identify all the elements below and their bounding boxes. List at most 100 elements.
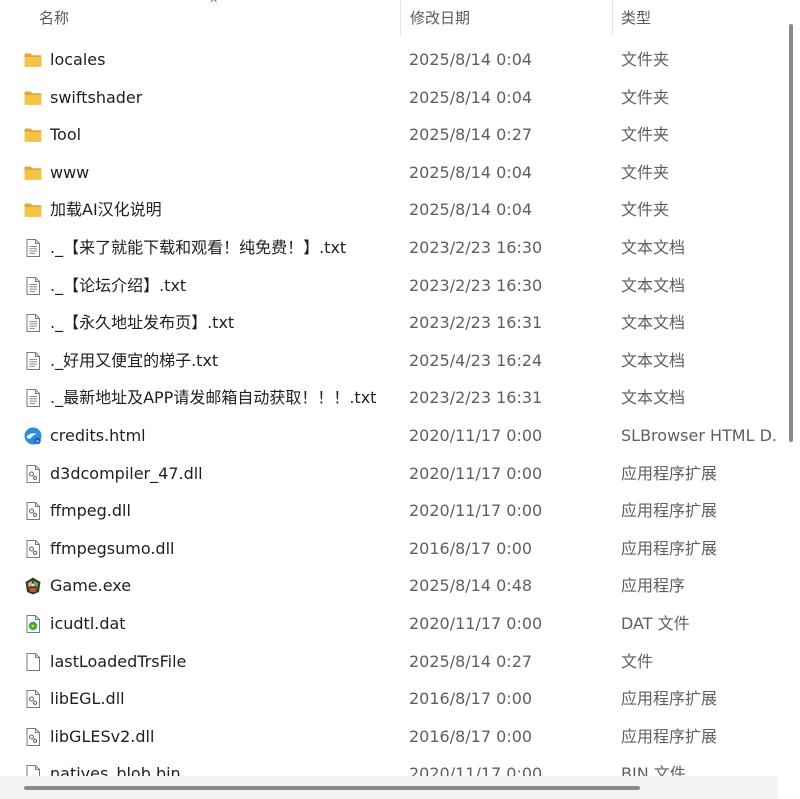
- folder-icon: [23, 200, 43, 220]
- file-name: lastLoadedTrsFile: [50, 651, 187, 671]
- column-header-name[interactable]: 名称: [31, 0, 400, 36]
- file-type: 应用程序扩展: [621, 689, 718, 709]
- file-row[interactable]: lastLoadedTrsFile 2025/8/14 0:27 文件: [0, 643, 778, 681]
- file-modified-date: 2023/2/23 16:31: [409, 313, 543, 333]
- file-name: ._【来了就能下载和观看！纯免费！】.txt: [50, 237, 347, 257]
- file-type: 文本文档: [621, 388, 686, 408]
- blank-file-icon: [23, 652, 43, 672]
- file-name: ._好用又便宜的梯子.txt: [50, 350, 219, 370]
- file-row[interactable]: ._【论坛介绍】.txt 2023/2/23 16:30 文本文档: [0, 267, 778, 305]
- file-type: DAT 文件: [621, 613, 690, 633]
- file-row[interactable]: ._【永久地址发布页】.txt 2023/2/23 16:31 文本文档: [0, 304, 778, 342]
- file-type: 应用程序: [621, 576, 686, 596]
- dll-file-icon: [23, 689, 43, 709]
- file-row[interactable]: Game.exe 2025/8/14 0:48 应用程序: [0, 567, 778, 605]
- file-name: d3dcompiler_47.dll: [50, 463, 203, 483]
- file-name: ffmpeg.dll: [50, 501, 131, 521]
- file-name: locales: [50, 50, 106, 69]
- file-type: 文件夹: [621, 200, 670, 220]
- file-explorer: ^ 名称 修改日期 类型 locales 2025/8/14 0:04 文件夹 swi…: [0, 0, 800, 799]
- file-type: 文件夹: [621, 162, 670, 182]
- file-type: 应用程序扩展: [621, 538, 718, 558]
- file-modified-date: 2016/8/17 0:00: [409, 538, 533, 558]
- text-file-icon: [23, 351, 43, 371]
- file-list: locales 2025/8/14 0:04 文件夹 swiftshader 2025/…: [0, 41, 778, 793]
- file-modified-date: 2023/2/23 16:30: [409, 237, 543, 257]
- column-header-date[interactable]: 修改日期: [402, 0, 612, 36]
- file-name: icudtl.dat: [50, 613, 126, 633]
- text-file-icon: [23, 276, 43, 296]
- file-row[interactable]: icudtl.dat 2020/11/17 0:00 DAT 文件: [0, 605, 778, 643]
- dll-file-icon: [23, 464, 43, 484]
- text-file-icon: [23, 313, 43, 333]
- column-header: ^ 名称 修改日期 类型: [0, 0, 778, 36]
- folder-icon: [23, 125, 43, 145]
- file-modified-date: 2025/4/23 16:24: [409, 350, 543, 370]
- file-type: SLBrowser HTML D...: [621, 425, 777, 445]
- file-modified-date: 2016/8/17 0:00: [409, 689, 533, 709]
- file-type: 应用程序扩展: [621, 463, 718, 483]
- svg-text:AI: AI: [36, 439, 40, 443]
- file-modified-date: 2023/2/23 16:30: [409, 275, 543, 295]
- media-file-icon: [23, 614, 43, 634]
- file-type: 文件夹: [621, 125, 670, 145]
- file-name: ._【论坛介绍】.txt: [50, 275, 187, 295]
- file-modified-date: 2020/11/17 0:00: [409, 425, 543, 445]
- file-row[interactable]: Tool 2025/8/14 0:27 文件夹: [0, 116, 778, 154]
- file-row[interactable]: libEGL.dll 2016/8/17 0:00 应用程序扩展: [0, 680, 778, 718]
- column-divider[interactable]: [400, 0, 401, 36]
- file-row[interactable]: ._好用又便宜的梯子.txt 2025/4/23 16:24 文本文档: [0, 342, 778, 380]
- file-type: 文件夹: [621, 50, 670, 69]
- column-header-type[interactable]: 类型: [613, 0, 778, 36]
- file-row[interactable]: www 2025/8/14 0:04 文件夹: [0, 154, 778, 192]
- horizontal-scrollbar-thumb[interactable]: [24, 786, 640, 790]
- file-modified-date: 2025/8/14 0:04: [409, 200, 533, 220]
- file-name: Tool: [50, 125, 82, 145]
- file-type: 文本文档: [621, 237, 686, 257]
- file-row[interactable]: AI credits.html 2020/11/17 0:00 SLBrowser H…: [0, 417, 778, 455]
- file-row[interactable]: 加载AI汉化说明 2025/8/14 0:04 文件夹: [0, 191, 778, 229]
- file-name: Game.exe: [50, 576, 132, 596]
- file-type: 应用程序扩展: [621, 726, 718, 746]
- file-row[interactable]: d3dcompiler_47.dll 2020/11/17 0:00 应用程序扩展: [0, 455, 778, 493]
- file-name: ffmpegsumo.dll: [50, 538, 175, 558]
- file-type: 应用程序扩展: [621, 501, 718, 521]
- file-name: credits.html: [50, 425, 146, 445]
- file-modified-date: 2016/8/17 0:00: [409, 726, 533, 746]
- file-row[interactable]: swiftshader 2025/8/14 0:04 文件夹: [0, 79, 778, 117]
- file-type: 文件: [621, 651, 654, 671]
- file-modified-date: 2023/2/23 16:31: [409, 388, 543, 408]
- file-modified-date: 2020/11/17 0:00: [409, 463, 543, 483]
- folder-icon: [23, 88, 43, 108]
- file-name: libEGL.dll: [50, 689, 125, 709]
- file-name: ._【永久地址发布页】.txt: [50, 313, 235, 333]
- file-name: libGLESv2.dll: [50, 726, 155, 746]
- file-row[interactable]: libGLESv2.dll 2016/8/17 0:00 应用程序扩展: [0, 718, 778, 756]
- vertical-scrollbar-thumb[interactable]: [789, 24, 793, 442]
- file-row[interactable]: ffmpegsumo.dll 2016/8/17 0:00 应用程序扩展: [0, 530, 778, 568]
- file-modified-date: 2025/8/14 0:27: [409, 125, 533, 145]
- file-type: 文本文档: [621, 313, 686, 333]
- game-exe-icon: [23, 576, 43, 596]
- text-file-icon: [23, 388, 43, 408]
- file-row[interactable]: locales 2025/8/14 0:04 文件夹: [0, 41, 778, 79]
- file-type: 文件夹: [621, 87, 670, 107]
- file-row[interactable]: ffmpeg.dll 2020/11/17 0:00 应用程序扩展: [0, 492, 778, 530]
- text-file-icon: [23, 238, 43, 258]
- file-modified-date: 2020/11/17 0:00: [409, 613, 543, 633]
- file-modified-date: 2025/8/14 0:04: [409, 50, 533, 69]
- file-row[interactable]: ._最新地址及APP请发邮箱自动获取！！！.txt 2023/2/23 16:31…: [0, 379, 778, 417]
- file-name: 加载AI汉化说明: [50, 200, 162, 220]
- file-name: swiftshader: [50, 87, 143, 107]
- dll-file-icon: [23, 501, 43, 521]
- file-type: 文本文档: [621, 275, 686, 295]
- file-name: ._最新地址及APP请发邮箱自动获取！！！.txt: [50, 388, 377, 408]
- file-type: 文本文档: [621, 350, 686, 370]
- dll-file-icon: [23, 539, 43, 559]
- file-modified-date: 2025/8/14 0:04: [409, 162, 533, 182]
- file-modified-date: 2020/11/17 0:00: [409, 501, 543, 521]
- browser-html-icon: AI: [23, 426, 43, 446]
- file-modified-date: 2025/8/14 0:04: [409, 87, 533, 107]
- folder-icon: [23, 163, 43, 183]
- file-row[interactable]: ._【来了就能下载和观看！纯免费！】.txt 2023/2/23 16:30 文本文…: [0, 229, 778, 267]
